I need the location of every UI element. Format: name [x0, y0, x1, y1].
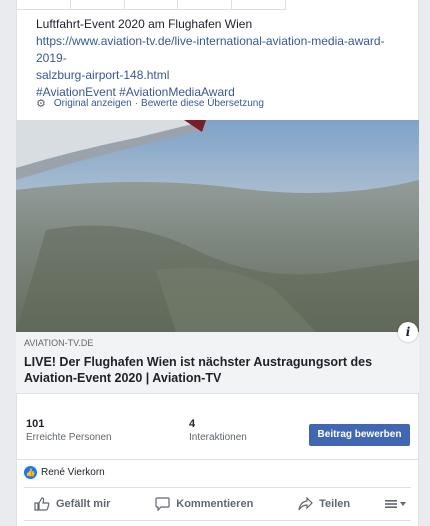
rate-translation-link[interactable]: Bewerte diese Übersetzung — [141, 98, 264, 109]
post-text: Luftfahrt-Event 2020 am Flughafen Wien h… — [36, 16, 406, 101]
aerial-photo — [16, 120, 419, 332]
post-url-line-1[interactable]: https://www.aviation-tv.de/live-internat… — [36, 33, 406, 67]
reach-stat: 101 Erreichte Personen — [26, 418, 112, 443]
top-tab-strip — [16, 0, 286, 10]
comment-label: Kommentieren — [176, 498, 254, 510]
promote-post-button[interactable]: Beitrag bewerben — [309, 424, 410, 446]
comment-button[interactable]: Kommentieren — [145, 497, 263, 511]
like-badge-icon: 👍 — [24, 465, 37, 479]
post-text-line-1: Luftfahrt-Event 2020 am Flughafen Wien — [36, 17, 253, 31]
action-bar: Gefällt mir Kommentieren Teilen — [24, 487, 411, 520]
share-icon — [298, 497, 314, 511]
reach-label: Erreichte Personen — [26, 432, 112, 443]
link-domain: AVIATION-TV.DE — [24, 338, 94, 348]
translation-row: ⚙ Original anzeigen · Bewerte diese Über… — [36, 97, 264, 110]
share-label: Teilen — [319, 498, 351, 510]
share-button[interactable]: Teilen — [288, 497, 360, 511]
like-button[interactable]: Gefällt mir — [24, 497, 120, 511]
post-url-line-2[interactable]: salzburg-airport-148.html — [36, 67, 406, 84]
comment-icon — [155, 497, 170, 511]
interactions-label: Interaktionen — [189, 432, 247, 443]
interactions-stat: 4 Interaktionen — [189, 418, 247, 443]
separator: · — [134, 98, 139, 109]
thumbs-up-icon — [34, 497, 50, 511]
link-preview-box[interactable]: AVIATION-TV.DE LIVE! Der Flughafen Wien … — [16, 332, 419, 394]
gear-icon: ⚙ — [36, 98, 46, 110]
link-title[interactable]: LIVE! Der Flughafen Wien ist nächster Au… — [24, 354, 409, 386]
reach-value: 101 — [26, 418, 45, 430]
link-preview-image[interactable] — [16, 120, 419, 332]
info-icon[interactable]: i — [398, 322, 418, 342]
bottom-divider — [24, 520, 411, 521]
reactions-row[interactable]: 👍 René Vierkorn — [24, 463, 105, 481]
reactor-name[interactable]: René Vierkorn — [41, 467, 105, 478]
like-label: Gefällt mir — [56, 498, 111, 510]
interactions-value: 4 — [189, 418, 196, 430]
see-original-link[interactable]: Original anzeigen — [54, 98, 132, 109]
audience-menu-icon[interactable] — [385, 499, 411, 509]
post-insights: 101 Erreichte Personen 4 Interaktionen B… — [16, 410, 419, 460]
